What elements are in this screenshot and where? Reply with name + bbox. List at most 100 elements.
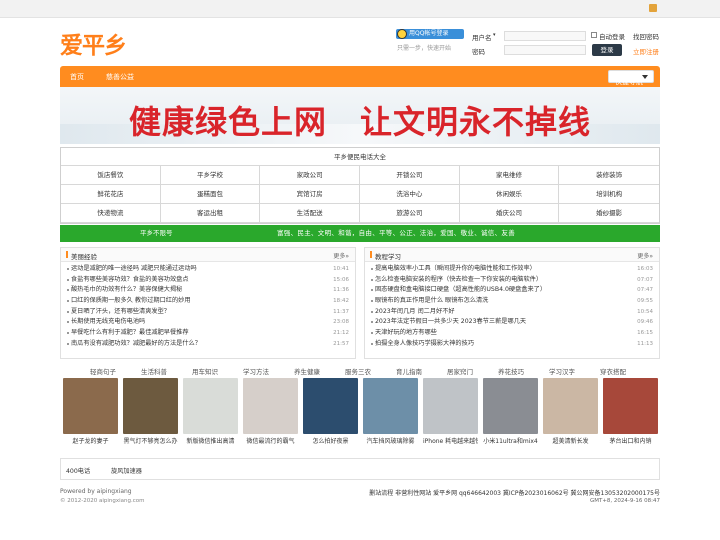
site-logo[interactable]: 爱平乡: [60, 26, 127, 60]
picture-card[interactable]: 茅台出口和内销: [603, 378, 658, 445]
nav-item-charity[interactable]: 慈善公益: [106, 72, 134, 82]
phone-category-link[interactable]: 旅游公司: [359, 204, 460, 223]
category-tab[interactable]: 生活科普: [141, 366, 167, 376]
quick-nav-dropdown[interactable]: 快捷导航: [608, 70, 654, 86]
username-input[interactable]: [504, 31, 586, 41]
phone-category-link[interactable]: 生活配送: [260, 204, 360, 223]
picture-thumbnail[interactable]: [63, 378, 118, 434]
category-tab[interactable]: 轻商句子: [90, 366, 116, 376]
picture-thumbnail[interactable]: [243, 378, 298, 434]
category-tab[interactable]: 服务三农: [345, 366, 371, 376]
picture-caption[interactable]: 怎么拍好夜景: [303, 436, 358, 445]
list-item[interactable]: 食盐有哪些美容功效？食盐的美容功效盘点 15:06: [67, 275, 351, 286]
picture-caption[interactable]: 赵子龙的妻子: [63, 436, 118, 445]
footer-links[interactable]: 删站流程 非营利性网站 爱平乡网 qq646642003 冀ICP备202301…: [369, 488, 660, 497]
list-item[interactable]: 提高电脑效率小工具（瞬间提升你的电脑性能和工作效率） 16:03: [371, 264, 655, 275]
friend-link[interactable]: 旋风加速器: [111, 466, 142, 475]
rss-icon[interactable]: [649, 4, 657, 12]
picture-caption[interactable]: 微信最流行的霸气: [243, 436, 298, 445]
picture-caption[interactable]: 黑气灯不够亮怎么办: [123, 436, 178, 445]
auto-login-checkbox[interactable]: [591, 32, 597, 38]
picture-card[interactable]: iPhone 耗电越来越快: [423, 378, 478, 445]
picture-thumbnail[interactable]: [603, 378, 658, 434]
find-password-link[interactable]: 找回密码: [633, 31, 659, 41]
register-link[interactable]: 立即注册: [633, 46, 659, 56]
list-item[interactable]: 夏日晒了汗头，还有哪些清爽发型？ 11:37: [67, 307, 351, 318]
list-item[interactable]: 眼镜布的真正作用是什么 眼镜布怎么清洗 09:55: [371, 296, 655, 307]
list-item[interactable]: 怎么检查电脑安装的程序（快去检查一下你安装的电脑软件） 07:07: [371, 275, 655, 286]
picture-caption[interactable]: 新版微信推出高清: [183, 436, 238, 445]
picture-caption[interactable]: 小米11ultra和mix4: [483, 436, 538, 445]
copyright: © 2012-2020 aipingxiang.com: [60, 498, 145, 504]
more-link[interactable]: 更多»: [333, 251, 349, 260]
category-tab[interactable]: 用车知识: [192, 366, 218, 376]
phone-category-link[interactable]: 开锁公司: [359, 166, 460, 185]
phone-category-link[interactable]: 宾馆订房: [260, 185, 360, 204]
picture-caption[interactable]: 茅台出口和内销: [603, 436, 658, 445]
picture-thumbnail[interactable]: [483, 378, 538, 434]
list-item[interactable]: 固态硬盘和盒电脑接口硬盘（超高性能的USB4.0硬盘盒来了） 07:47: [371, 285, 655, 296]
picture-thumbnail[interactable]: [303, 378, 358, 434]
phone-category-link[interactable]: 快递物流: [61, 204, 161, 223]
phone-category-link[interactable]: 鲜花花店: [61, 185, 161, 204]
picture-card[interactable]: 微信最流行的霸气: [243, 378, 298, 445]
picture-card[interactable]: 黑气灯不够亮怎么办: [123, 378, 178, 445]
picture-card[interactable]: 新版微信推出高清: [183, 378, 238, 445]
list-item-title: 食盐有哪些美容功效？食盐的美容功效盘点: [71, 275, 189, 283]
list-item[interactable]: 长期使用无线充电伤电池吗 23:08: [67, 317, 351, 328]
phone-category-link[interactable]: 婚庆公司: [459, 204, 560, 223]
phone-category-link[interactable]: 婚纱摄影: [559, 204, 659, 223]
list-item[interactable]: 酸热毛巾的功效有什么？美容保健大揭秘 11:36: [67, 285, 351, 296]
qq-login-button[interactable]: 用QQ帐号登录: [396, 29, 464, 39]
phone-category-link[interactable]: 休闲娱乐: [459, 185, 560, 204]
category-tab[interactable]: 育儿指南: [396, 366, 422, 376]
phone-category-link[interactable]: 客运出租: [160, 204, 261, 223]
phone-category-link[interactable]: 装修装饰: [559, 166, 659, 185]
chevron-down-icon[interactable]: ▾: [493, 32, 496, 38]
phone-category-link[interactable]: 饭店餐饮: [61, 166, 161, 185]
footer-time: GMT+8, 2024-9-16 08:47: [589, 498, 660, 504]
phone-category-link[interactable]: 蛋糕面包: [160, 185, 261, 204]
phone-category-link[interactable]: 培训机构: [559, 185, 659, 204]
nav-item-home[interactable]: 首页: [70, 72, 84, 82]
list-item[interactable]: 运动是减肥的唯一途径吗 减肥只能通过运动吗 10:41: [67, 264, 351, 275]
list-item-time: 16:15: [637, 330, 653, 337]
picture-caption[interactable]: 超美清新长发: [543, 436, 598, 445]
picture-card[interactable]: 怎么拍好夜景: [303, 378, 358, 445]
login-button[interactable]: 登录: [592, 44, 622, 56]
list-item[interactable]: 南瓜有没有减肥功效？减肥最好的方法是什么？ 21:57: [67, 339, 351, 350]
list-item[interactable]: 拍摄全身人像技巧学摄影大神的技巧 11:13: [371, 339, 655, 350]
list-item[interactable]: 天津好玩的地方有哪些 16:15: [371, 328, 655, 339]
picture-thumbnail[interactable]: [183, 378, 238, 434]
list-item[interactable]: 2023年法定节假日一共多少天 2023春节三薪是哪几天 09:46: [371, 317, 655, 328]
picture-thumbnail[interactable]: [123, 378, 178, 434]
picture-card[interactable]: 赵子龙的妻子: [63, 378, 118, 445]
top-bar: [0, 0, 720, 18]
phone-category-link[interactable]: 家电维修: [459, 166, 560, 185]
picture-thumbnail[interactable]: [363, 378, 418, 434]
password-input[interactable]: [504, 45, 586, 55]
list-item-title: 怎么检查电脑安装的程序（快去检查一下你安装的电脑软件）: [375, 275, 543, 283]
panel-tutorials: 教程学习 更多» 提高电脑效率小工具（瞬间提升你的电脑性能和工作效率） 16:03 怎…: [364, 247, 660, 359]
friend-link[interactable]: 400电话: [66, 466, 90, 475]
picture-thumbnail[interactable]: [423, 378, 478, 434]
phone-category-link[interactable]: 家政公司: [260, 166, 360, 185]
picture-card[interactable]: 超美清新长发: [543, 378, 598, 445]
list-item[interactable]: 早餐吃什么有利于减肥？最佳减肥早餐推荐 21:12: [67, 328, 351, 339]
picture-caption[interactable]: iPhone 耗电越来越快: [423, 436, 478, 445]
picture-card[interactable]: 汽车挡风玻璃除雾: [363, 378, 418, 445]
category-tab[interactable]: 居家窍门: [447, 366, 473, 376]
category-tab[interactable]: 穿衣搭配: [600, 366, 626, 376]
picture-card[interactable]: 小米11ultra和mix4: [483, 378, 538, 445]
category-tab[interactable]: 养生健康: [294, 366, 320, 376]
phone-category-link[interactable]: 平乡学校: [160, 166, 261, 185]
phone-category-link[interactable]: 洗浴中心: [359, 185, 460, 204]
category-tab[interactable]: 学习汉字: [549, 366, 575, 376]
category-tab[interactable]: 养花技巧: [498, 366, 524, 376]
list-item[interactable]: 口红的保质期一般多久 教你过期口红的妙用 18:42: [67, 296, 351, 307]
picture-caption[interactable]: 汽车挡风玻璃除雾: [363, 436, 418, 445]
picture-thumbnail[interactable]: [543, 378, 598, 434]
category-tab[interactable]: 学习方法: [243, 366, 269, 376]
list-item[interactable]: 2023年闰几月 闰二月好不好 10:54: [371, 307, 655, 318]
more-link[interactable]: 更多»: [637, 251, 653, 260]
